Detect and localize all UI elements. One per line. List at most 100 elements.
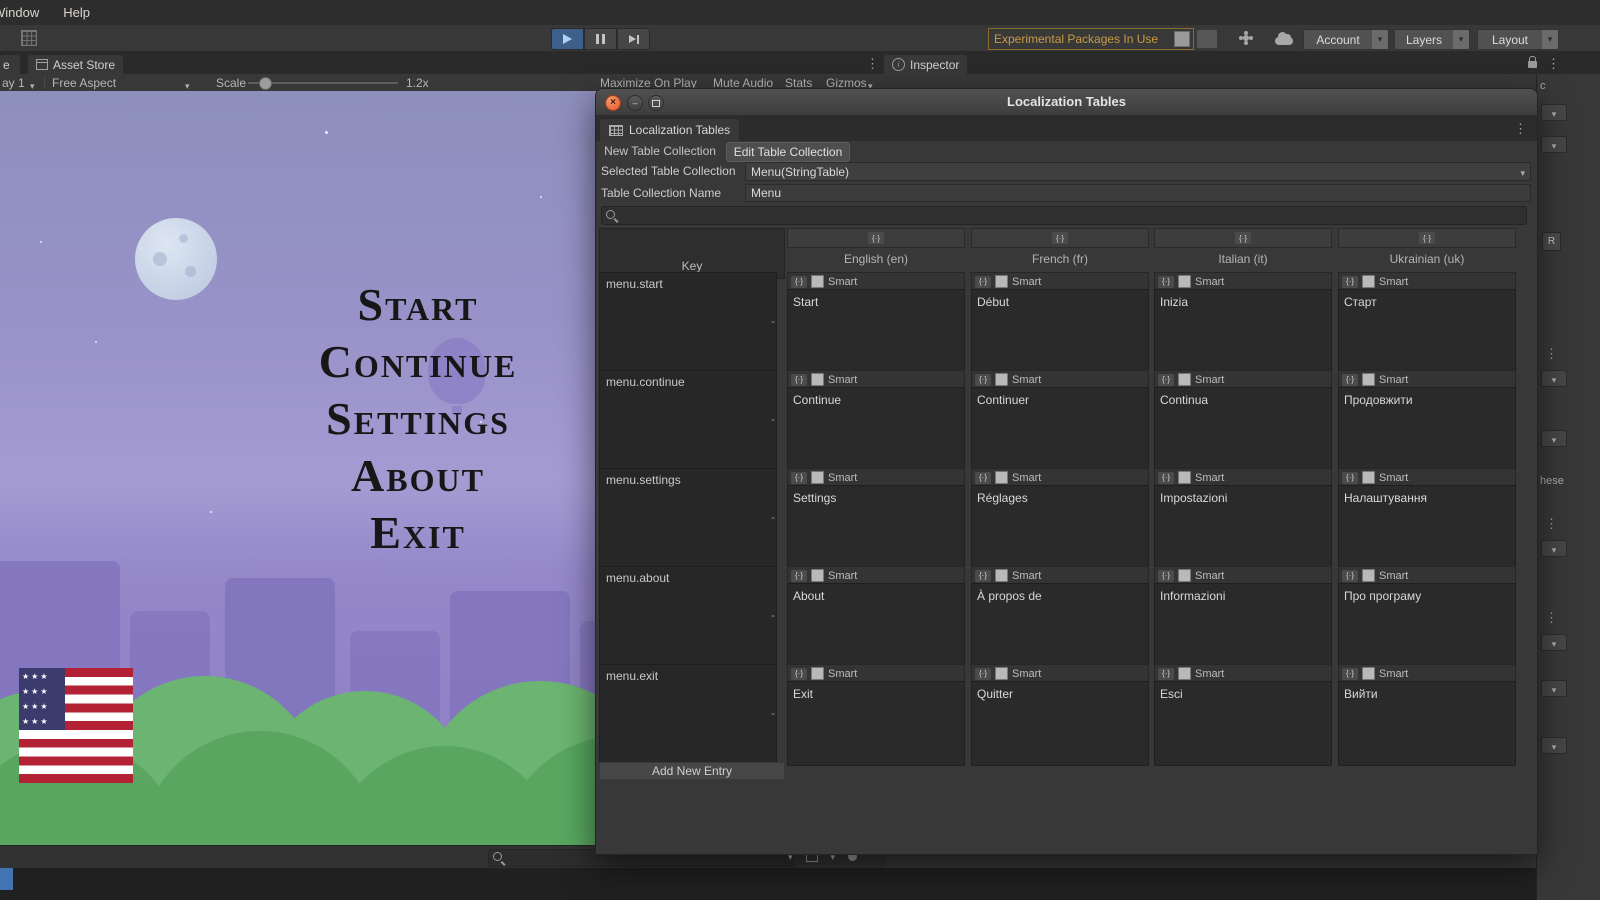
column-settings-bar[interactable]: {·} — [1154, 228, 1332, 248]
translation-input[interactable]: Вийти — [1338, 681, 1516, 766]
smart-checkbox[interactable] — [995, 275, 1008, 288]
translation-input[interactable]: Esci — [1154, 681, 1332, 766]
smart-checkbox[interactable] — [1178, 667, 1191, 680]
clipped-button[interactable]: R — [1542, 232, 1561, 251]
key-cell[interactable]: menu.continue — [599, 370, 777, 478]
game-menu-item[interactable]: Continue — [319, 340, 518, 384]
kebab-menu-icon[interactable] — [1545, 610, 1558, 626]
clipped-dropdown[interactable] — [1541, 540, 1567, 557]
smart-checkbox[interactable] — [995, 569, 1008, 582]
translation-input[interactable]: Старт — [1338, 289, 1516, 374]
pause-button[interactable] — [584, 28, 617, 50]
toolbar-square-button[interactable] — [1196, 29, 1218, 49]
step-button[interactable] — [617, 28, 650, 50]
translation-input[interactable]: Про програму — [1338, 583, 1516, 668]
translation-input[interactable]: Quitter — [971, 681, 1149, 766]
column-settings-bar[interactable]: {·} — [1338, 228, 1516, 248]
smart-checkbox[interactable] — [811, 667, 824, 680]
play-button[interactable] — [551, 28, 584, 50]
translation-input[interactable]: Impostazioni — [1154, 485, 1332, 570]
collab-icon[interactable] — [1243, 35, 1249, 41]
row-handle[interactable] — [763, 468, 783, 566]
selected-collection-dropdown[interactable]: Menu(StringTable) — [745, 162, 1531, 181]
translation-input[interactable]: Exit — [787, 681, 965, 766]
game-view-menu-icon[interactable] — [866, 56, 879, 72]
clipped-dropdown[interactable] — [1541, 370, 1567, 387]
translation-input[interactable]: À propos de — [971, 583, 1149, 668]
scale-slider-knob[interactable] — [259, 77, 272, 90]
display-dropdown[interactable]: ay 1 — [2, 76, 25, 90]
smart-checkbox[interactable] — [1178, 373, 1191, 386]
new-table-collection-button[interactable]: New Table Collection — [599, 142, 721, 160]
clipped-dropdown[interactable] — [1541, 430, 1567, 447]
translation-input[interactable]: Début — [971, 289, 1149, 374]
aspect-dropdown[interactable]: Free Aspect — [52, 76, 116, 90]
menu-window[interactable]: Window — [0, 5, 39, 20]
translation-input[interactable]: About — [787, 583, 965, 668]
key-cell[interactable]: menu.start — [599, 272, 777, 380]
translation-input[interactable]: Start — [787, 289, 965, 374]
key-cell[interactable]: menu.settings — [599, 468, 777, 576]
table-search-input[interactable] — [601, 206, 1527, 225]
key-cell[interactable]: menu.about — [599, 566, 777, 674]
edit-table-collection-button[interactable]: Edit Table Collection — [726, 142, 850, 162]
smart-checkbox[interactable] — [1178, 569, 1191, 582]
key-cell[interactable]: menu.exit — [599, 664, 777, 772]
column-settings-bar[interactable]: {·} — [971, 228, 1149, 248]
smart-checkbox[interactable] — [1362, 569, 1375, 582]
tab-inspector[interactable]: Inspector — [884, 55, 967, 74]
smart-checkbox[interactable] — [1362, 471, 1375, 484]
tab-clipped-fragment[interactable]: e — [0, 55, 20, 74]
language-column-header[interactable]: {·} Italian (it) — [1154, 228, 1332, 272]
clipped-dropdown[interactable] — [1541, 680, 1567, 697]
smart-checkbox[interactable] — [1362, 373, 1375, 386]
cloud-icon[interactable] — [1275, 37, 1293, 45]
translation-input[interactable]: Continue — [787, 387, 965, 472]
translation-input[interactable]: Settings — [787, 485, 965, 570]
tab-localization-tables[interactable]: Localization Tables — [600, 119, 739, 141]
smart-checkbox[interactable] — [811, 471, 824, 484]
language-column-header[interactable]: {·} Ukrainian (uk) — [1338, 228, 1516, 272]
row-handle[interactable] — [763, 272, 783, 370]
smart-checkbox[interactable] — [811, 275, 824, 288]
column-settings-bar[interactable]: {·} — [787, 228, 965, 248]
translation-input[interactable]: Continuer — [971, 387, 1149, 472]
translation-input[interactable]: Продовжити — [1338, 387, 1516, 472]
lock-icon[interactable] — [1528, 61, 1537, 68]
account-dropdown[interactable]: Account — [1303, 29, 1389, 50]
layers-dropdown[interactable]: Layers — [1394, 29, 1470, 50]
game-menu-item[interactable]: Exit — [370, 511, 466, 555]
collection-name-input[interactable]: Menu — [745, 184, 1531, 202]
layout-dropdown[interactable]: Layout — [1477, 29, 1559, 50]
game-menu-item[interactable]: Start — [358, 283, 479, 327]
game-menu-item[interactable]: Settings — [326, 397, 510, 441]
smart-checkbox[interactable] — [1362, 275, 1375, 288]
clipped-dropdown[interactable] — [1541, 136, 1567, 153]
translation-input[interactable]: Налаштування — [1338, 485, 1516, 570]
smart-checkbox[interactable] — [811, 569, 824, 582]
translation-input[interactable]: Inizia — [1154, 289, 1332, 374]
clipped-dropdown[interactable] — [1541, 737, 1567, 754]
warning-action-button[interactable] — [1174, 31, 1190, 47]
smart-checkbox[interactable] — [995, 471, 1008, 484]
smart-checkbox[interactable] — [1178, 471, 1191, 484]
translation-input[interactable]: Réglages — [971, 485, 1149, 570]
translation-input[interactable]: Continua — [1154, 387, 1332, 472]
add-new-entry-button[interactable]: Add New Entry — [599, 762, 785, 780]
smart-checkbox[interactable] — [995, 667, 1008, 680]
language-column-header[interactable]: {·} French (fr) — [971, 228, 1149, 272]
grid-snap-icon[interactable] — [21, 30, 37, 46]
smart-checkbox[interactable] — [811, 373, 824, 386]
menu-help[interactable]: Help — [63, 5, 90, 20]
language-column-header[interactable]: {·} English (en) — [787, 228, 965, 272]
smart-checkbox[interactable] — [995, 373, 1008, 386]
inspector-menu-icon[interactable] — [1547, 56, 1560, 72]
tab-asset-store[interactable]: Asset Store — [28, 55, 123, 74]
clipped-dropdown[interactable] — [1541, 634, 1567, 651]
smart-checkbox[interactable] — [1362, 667, 1375, 680]
row-handle[interactable] — [763, 664, 783, 762]
experimental-packages-warning[interactable]: Experimental Packages In Use — [988, 28, 1194, 50]
row-handle[interactable] — [763, 370, 783, 468]
smart-checkbox[interactable] — [1178, 275, 1191, 288]
window-titlebar[interactable]: Localization Tables — [596, 89, 1537, 116]
